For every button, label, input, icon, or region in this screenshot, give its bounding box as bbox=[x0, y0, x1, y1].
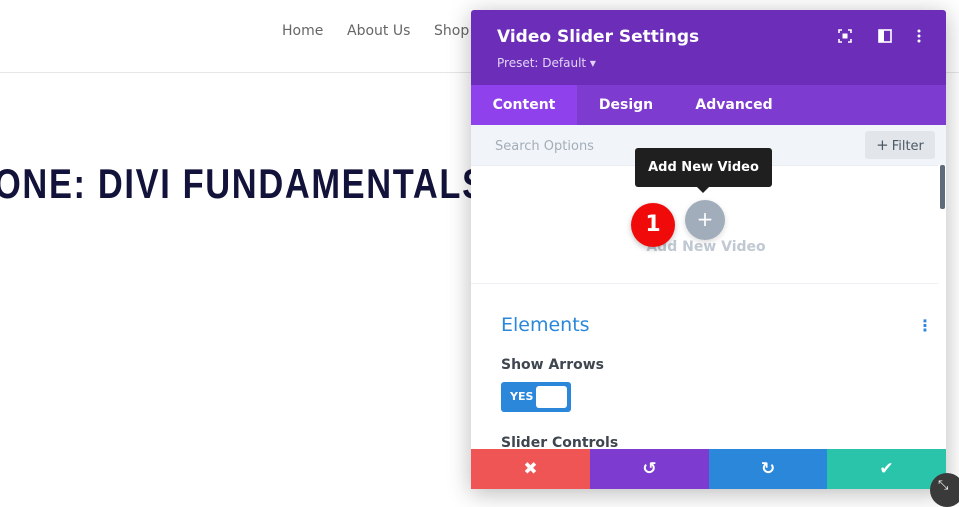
tab-design[interactable]: Design bbox=[577, 85, 675, 125]
toggle-yes-text: YES bbox=[510, 390, 534, 403]
show-arrows-label: Show Arrows bbox=[501, 357, 605, 373]
modal-footer: ✖ ↺ ↻ ✔ bbox=[471, 449, 946, 489]
check-icon: ✔ bbox=[879, 459, 894, 479]
plus-icon: + bbox=[876, 136, 889, 154]
preset-dropdown[interactable]: Preset: Default ▾ bbox=[497, 56, 596, 70]
elements-section-title[interactable]: Elements bbox=[501, 314, 590, 336]
expand-icon[interactable] bbox=[837, 29, 853, 45]
section-kebab-icon[interactable]: ⋮ bbox=[917, 317, 933, 335]
save-button[interactable]: ✔ bbox=[827, 449, 946, 489]
nav-link-shop[interactable]: Shop bbox=[434, 23, 469, 39]
filter-button[interactable]: + Filter bbox=[865, 131, 935, 159]
scrollbar[interactable] bbox=[938, 165, 946, 449]
kebab-menu-icon[interactable] bbox=[911, 29, 927, 45]
hero-title: ONE: DIVI FUNDAMENTALS bbox=[0, 160, 487, 207]
tab-content[interactable]: Content bbox=[471, 85, 577, 125]
filter-label: Filter bbox=[891, 139, 924, 154]
redo-icon: ↻ bbox=[760, 459, 776, 479]
modal-header: Video Slider Settings Preset: Default ▾ bbox=[471, 10, 946, 85]
tab-advanced[interactable]: Advanced bbox=[675, 85, 793, 125]
show-arrows-toggle[interactable]: YES bbox=[501, 382, 571, 412]
redo-button[interactable]: ↻ bbox=[709, 449, 827, 489]
add-video-area: Add New Video Add New Video + 1 bbox=[471, 148, 938, 284]
toggle-knob bbox=[536, 386, 567, 408]
split-view-icon[interactable] bbox=[877, 29, 893, 45]
close-icon: ✖ bbox=[523, 459, 538, 479]
resize-handle-icon[interactable]: ⤡ bbox=[930, 473, 959, 507]
add-video-tooltip: Add New Video bbox=[635, 148, 772, 193]
video-slider-settings-modal: Video Slider Settings Preset: Default ▾ … bbox=[471, 10, 946, 489]
nav-link-home[interactable]: Home bbox=[282, 23, 323, 39]
add-new-video-button[interactable]: + bbox=[685, 200, 725, 240]
scrollbar-thumb[interactable] bbox=[940, 165, 945, 209]
modal-title: Video Slider Settings bbox=[497, 27, 700, 47]
settings-tabs: Content Design Advanced bbox=[471, 85, 946, 125]
undo-icon: ↺ bbox=[642, 459, 657, 479]
discard-button[interactable]: ✖ bbox=[471, 449, 590, 489]
undo-button[interactable]: ↺ bbox=[590, 449, 709, 489]
nav-link-about[interactable]: About Us bbox=[347, 23, 410, 39]
step-number-badge: 1 bbox=[631, 203, 675, 247]
